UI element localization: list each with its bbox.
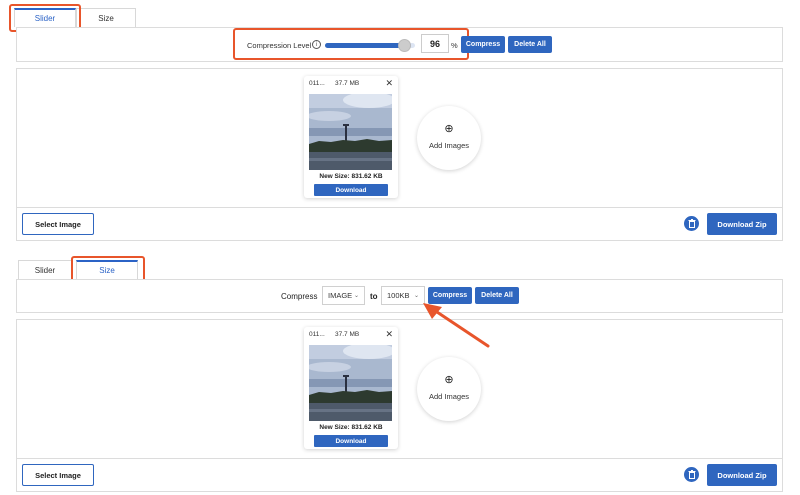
trash-icon[interactable] xyxy=(684,467,699,482)
file-type-select[interactable]: IMAGE ⌄ xyxy=(322,286,365,305)
actions-bar xyxy=(16,207,783,241)
new-size-label: New Size: 831.62 KB xyxy=(319,424,383,431)
add-images-label: Add Images xyxy=(428,392,470,401)
image-area xyxy=(16,319,783,459)
file-type-value: IMAGE xyxy=(328,291,353,300)
compress-button[interactable]: Compress xyxy=(461,36,505,53)
plus-circle-icon: ⊕ xyxy=(444,374,454,386)
info-icon[interactable]: i xyxy=(312,40,321,49)
image-thumbnail xyxy=(309,94,392,170)
select-image-button[interactable]: Select Image xyxy=(22,213,94,235)
add-images-button[interactable]: ⊕ Add Images xyxy=(417,106,481,170)
plus-circle-icon: ⊕ xyxy=(444,123,454,135)
compression-level-input[interactable]: 96 xyxy=(421,34,449,53)
file-size: 37.7 MB xyxy=(335,80,360,87)
annotation-arrow xyxy=(423,303,490,348)
download-zip-button[interactable]: Download Zip xyxy=(707,213,777,235)
image-card: 011... 37.7 MB ✕ New Size: 831.62 KB Dow… xyxy=(304,327,398,449)
target-size-value: 100KB xyxy=(387,291,410,300)
compression-level-label: Compression Level xyxy=(247,41,312,50)
tab-size[interactable]: Size xyxy=(76,8,136,27)
new-size-label: New Size: 831.62 KB xyxy=(319,173,383,180)
image-thumbnail xyxy=(309,345,392,421)
download-zip-button[interactable]: Download Zip xyxy=(707,464,777,486)
chevron-down-icon: ⌄ xyxy=(413,293,419,299)
compress-text: Compress xyxy=(281,292,318,301)
trash-icon[interactable] xyxy=(684,216,699,231)
chevron-down-icon: ⌄ xyxy=(353,293,359,299)
target-size-select[interactable]: 100KB ⌄ xyxy=(381,286,425,305)
tab-size[interactable]: Size xyxy=(76,260,138,279)
actions-bar xyxy=(16,458,783,492)
add-images-label: Add Images xyxy=(428,141,470,150)
file-size: 37.7 MB xyxy=(335,331,360,338)
download-button[interactable]: Download xyxy=(314,435,388,447)
select-image-button[interactable]: Select Image xyxy=(22,464,94,486)
tab-slider[interactable]: Slider xyxy=(18,260,72,279)
image-area xyxy=(16,68,783,208)
delete-all-button[interactable]: Delete All xyxy=(508,36,552,53)
add-images-button[interactable]: ⊕ Add Images xyxy=(417,357,481,421)
percent-sign: % xyxy=(451,41,458,50)
file-name: 011... xyxy=(309,80,325,87)
compression-slider[interactable] xyxy=(325,39,415,52)
to-text: to xyxy=(370,292,378,301)
download-button[interactable]: Download xyxy=(314,184,388,196)
image-card: 011... 37.7 MB ✕ New Size: 831.62 KB Dow… xyxy=(304,76,398,198)
close-icon[interactable]: ✕ xyxy=(385,329,393,340)
tab-slider[interactable]: Slider xyxy=(14,8,76,27)
file-name: 011... xyxy=(309,331,325,338)
close-icon[interactable]: ✕ xyxy=(385,78,393,89)
